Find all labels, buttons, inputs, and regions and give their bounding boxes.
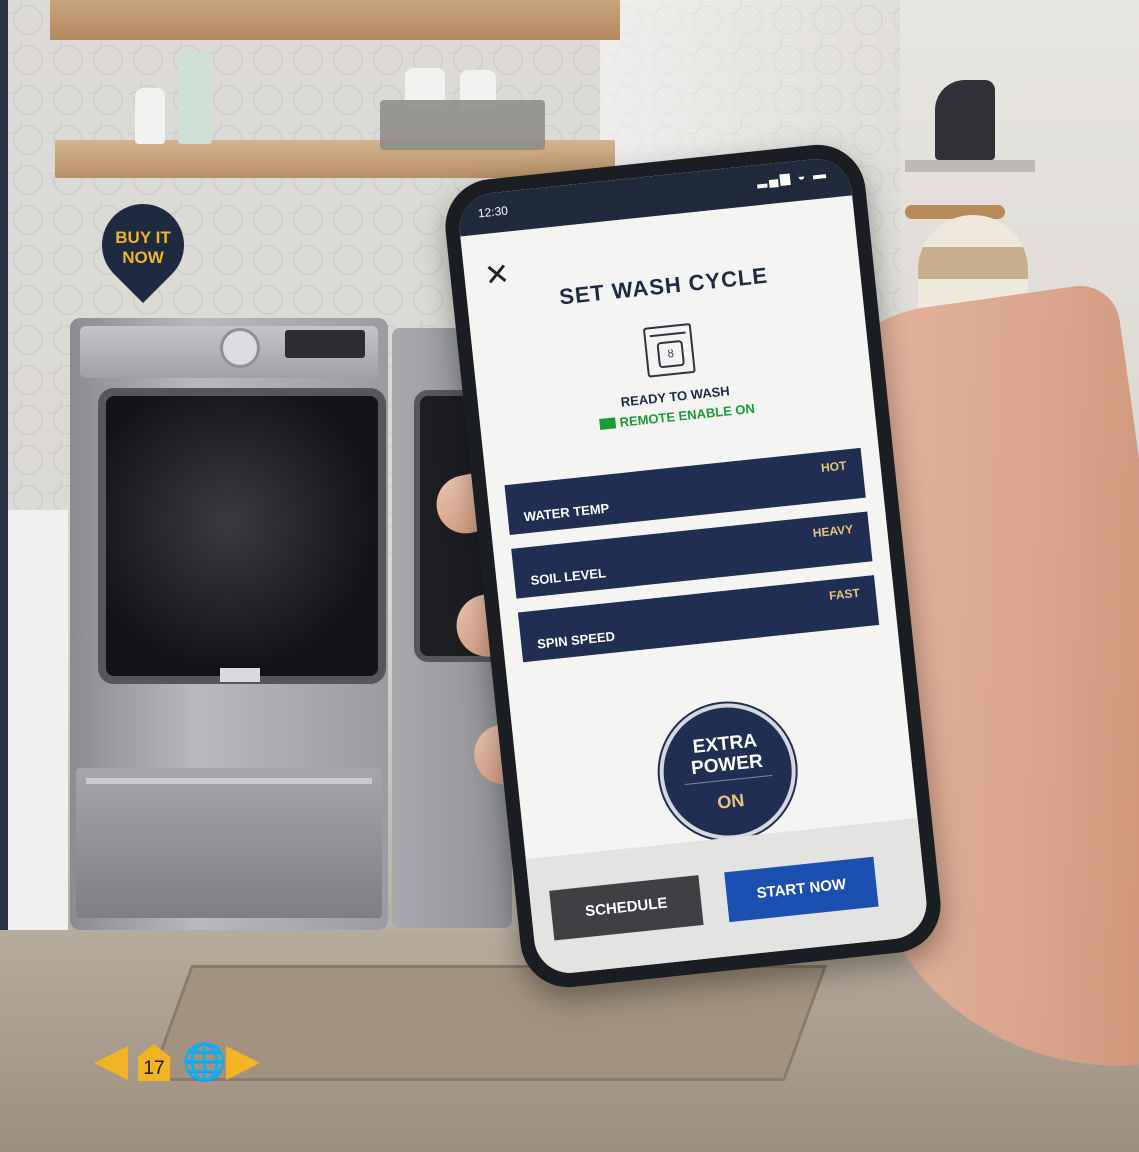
signal-wifi-battery-icon: ▂▄▆ ◒ ▬ <box>756 165 829 189</box>
washer-door <box>98 388 386 684</box>
wire-basket <box>380 100 545 150</box>
home-roof <box>136 1044 172 1058</box>
front-load-washer <box>70 318 388 930</box>
soap-bottle <box>135 88 165 144</box>
pedestal-drawer <box>76 768 382 918</box>
washer-display <box>285 330 365 358</box>
globe-icon[interactable]: 🌐 <box>182 1044 227 1080</box>
wall-rack <box>905 160 1035 172</box>
app-screen: 12:30 ▂▄▆ ◒ ▬ ✕ SET WASH CYCLE ȣ READY T… <box>456 155 930 977</box>
setting-label: WATER TEMP <box>523 500 610 525</box>
screen-title: SET WASH CYCLE <box>558 262 770 310</box>
upper-shelf <box>50 0 620 40</box>
page-number: 17 <box>138 1057 170 1081</box>
start-now-button[interactable]: START NOW <box>724 856 879 923</box>
setting-label: SOIL LEVEL <box>529 565 607 589</box>
action-bar: SCHEDULE START NOW <box>525 817 930 977</box>
brand-badge <box>220 668 260 682</box>
status-time: 12:30 <box>477 203 509 221</box>
iron <box>935 80 995 160</box>
extra-power-status: ON <box>716 789 746 813</box>
schedule-button[interactable]: SCHEDULE <box>549 875 704 941</box>
counter <box>8 510 68 940</box>
previous-page-arrow-icon[interactable] <box>94 1046 128 1080</box>
detergent-bottle <box>178 52 212 144</box>
cycle-dial <box>220 328 260 368</box>
buy-line2: NOW <box>122 248 164 267</box>
home-page-icon[interactable]: 17 <box>136 1044 172 1082</box>
washer-icon: ȣ <box>642 322 696 378</box>
next-page-arrow-icon[interactable] <box>226 1046 260 1080</box>
setting-value: HOT <box>820 458 848 476</box>
buy-line1: BUY IT <box>115 228 171 247</box>
drum-icon: ȣ <box>656 339 686 369</box>
close-icon[interactable]: ✕ <box>483 258 516 293</box>
setting-label: SPIN SPEED <box>536 628 616 652</box>
remote-icon <box>599 417 617 430</box>
extra-power-toggle[interactable]: EXTRA POWER ON <box>652 696 803 847</box>
setting-value: FAST <box>828 585 861 603</box>
setting-value: HEAVY <box>812 522 854 541</box>
buy-it-now-label[interactable]: BUY IT NOW <box>102 228 184 268</box>
smartphone: 12:30 ▂▄▆ ◒ ▬ ✕ SET WASH CYCLE ȣ READY T… <box>440 140 946 992</box>
